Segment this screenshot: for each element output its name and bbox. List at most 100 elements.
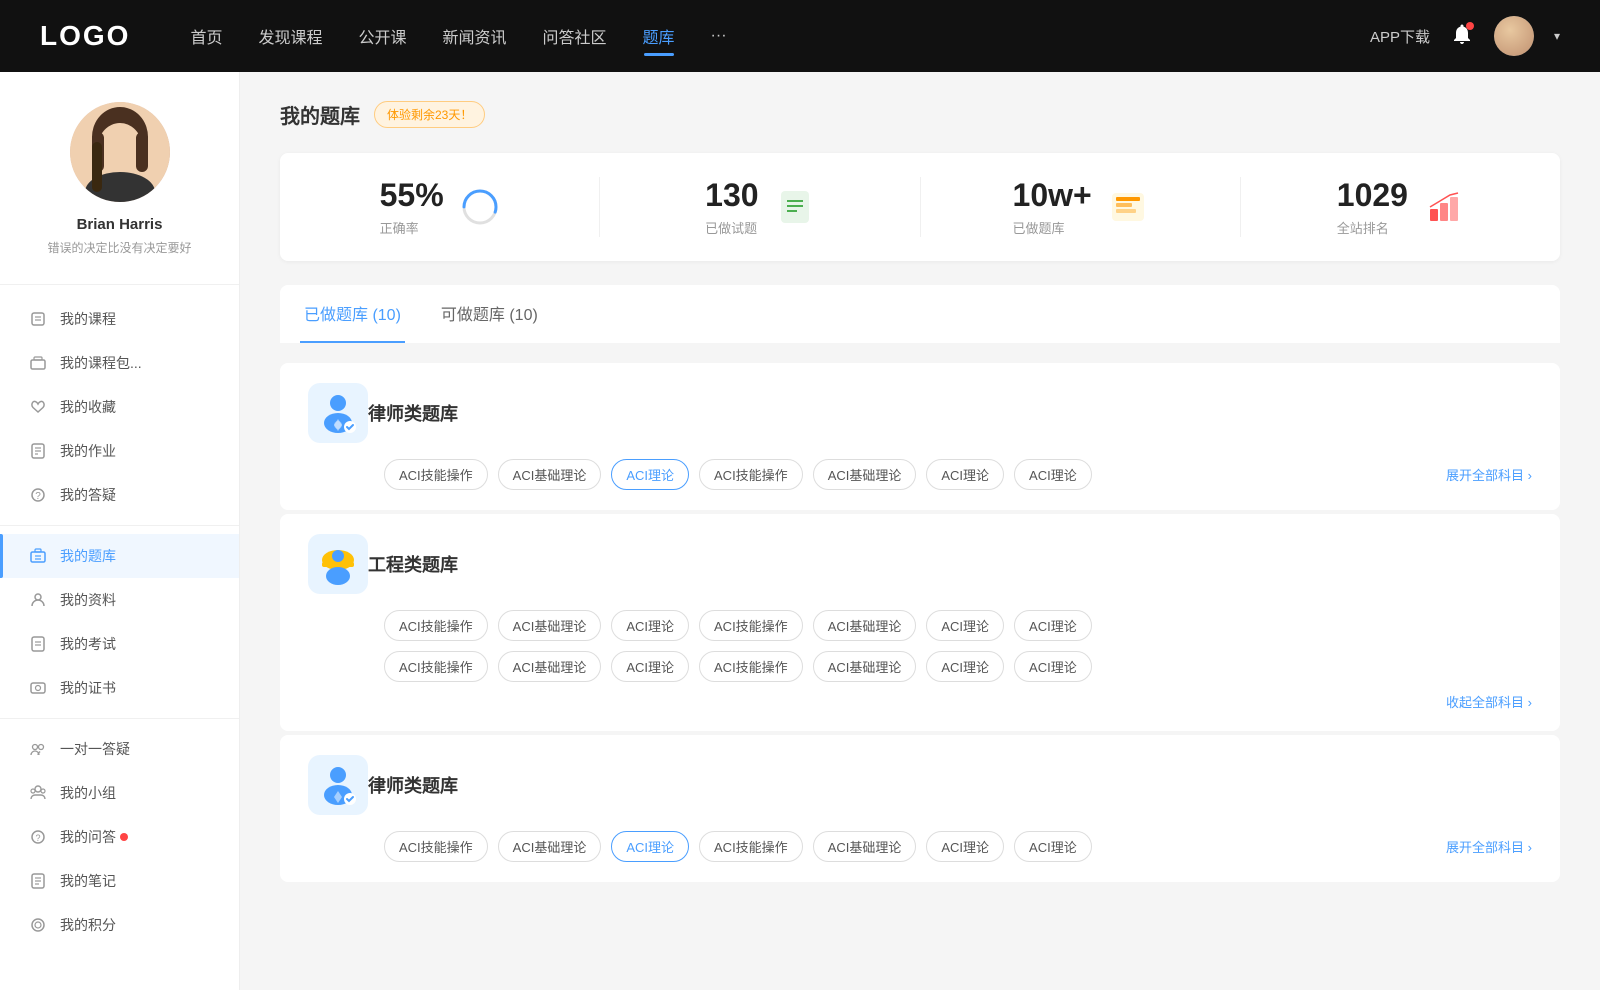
sidebar-item-favorites[interactable]: 我的收藏 — [0, 385, 239, 429]
bank-tag[interactable]: ACI技能操作 — [699, 831, 803, 862]
bank-tag[interactable]: ACI理论 — [926, 831, 1004, 862]
bank-name-lawyer-1: 律师类题库 — [368, 400, 1532, 426]
bank-footer: 收起全部科目 › — [384, 692, 1532, 711]
course-icon — [28, 309, 48, 329]
sidebar-item-one-on-one[interactable]: 一对一答疑 — [0, 727, 239, 771]
sidebar-label-exam: 我的考试 — [60, 634, 116, 654]
sidebar-item-questions[interactable]: ? 我的问答 — [0, 815, 239, 859]
one-on-one-icon — [28, 739, 48, 759]
nav-link-home[interactable]: 首页 — [190, 24, 222, 48]
bank-header-lawyer-1: 律师类题库 — [308, 383, 1532, 443]
sidebar-item-qa-mine[interactable]: ? 我的答疑 — [0, 473, 239, 517]
bank-list: 律师类题库 ACI技能操作 ACI基础理论 ACI理论 ACI技能操作 ACI基… — [280, 363, 1560, 884]
stat-rank: 1029 全站排名 — [1241, 177, 1560, 237]
bank-tag[interactable]: ACI基础理论 — [813, 651, 917, 682]
bank-header-engineer: 工程类题库 — [308, 534, 1532, 594]
bank-tag-highlighted[interactable]: ACI理论 — [611, 831, 689, 862]
questions-icon: ? — [28, 827, 48, 847]
bank-tag[interactable]: ACI理论 — [926, 651, 1004, 682]
stat-banks-value: 10w+ — [1013, 177, 1092, 214]
nav-link-open[interactable]: 公开课 — [358, 24, 406, 48]
user-dropdown-icon[interactable]: ▾ — [1554, 29, 1560, 43]
bank-tag[interactable]: ACI技能操作 — [384, 831, 488, 862]
sidebar-label-certificate: 我的证书 — [60, 678, 116, 698]
notes-icon — [28, 871, 48, 891]
top-navigation: LOGO 首页 发现课程 公开课 新闻资讯 问答社区 题库 ··· APP下载 … — [0, 0, 1600, 72]
sidebar-menu: 我的课程 我的课程包... 我的收藏 我的作业 — [0, 293, 239, 951]
bank-tag[interactable]: ACI理论 — [1014, 831, 1092, 862]
app-download-button[interactable]: APP下载 — [1370, 26, 1430, 47]
bank-collapse-button[interactable]: 收起全部科目 › — [1446, 692, 1532, 711]
bank-tag[interactable]: ACI技能操作 — [384, 459, 488, 490]
sidebar-divider-2 — [0, 525, 239, 526]
bank-tag[interactable]: ACI基础理论 — [498, 610, 602, 641]
sidebar-item-my-course[interactable]: 我的课程 — [0, 297, 239, 341]
user-avatar[interactable] — [1494, 16, 1534, 56]
bank-tag[interactable]: ACI理论 — [611, 610, 689, 641]
sidebar-item-homework[interactable]: 我的作业 — [0, 429, 239, 473]
bank-tag[interactable]: ACI理论 — [1014, 459, 1092, 490]
bank-tag[interactable]: ACI基础理论 — [498, 651, 602, 682]
bank-tag[interactable]: ACI基础理论 — [813, 610, 917, 641]
tab-done[interactable]: 已做题库 (10) — [300, 285, 405, 343]
tab-available[interactable]: 可做题库 (10) — [437, 285, 542, 343]
nav-link-bank[interactable]: 题库 — [643, 24, 675, 48]
bank-tag[interactable]: ACI技能操作 — [699, 651, 803, 682]
stat-questions-value: 130 — [705, 177, 758, 214]
bank-tags-row1: ACI技能操作 ACI基础理论 ACI理论 ACI技能操作 ACI基础理论 AC… — [384, 610, 1532, 641]
bank-tag[interactable]: ACI理论 — [926, 459, 1004, 490]
sidebar-label-bank: 我的题库 — [60, 546, 116, 566]
stat-rank-icon — [1424, 187, 1464, 227]
bank-name-engineer: 工程类题库 — [368, 551, 1532, 577]
sidebar-item-exam[interactable]: 我的考试 — [0, 622, 239, 666]
bank-tag[interactable]: ACI理论 — [1014, 651, 1092, 682]
sidebar-item-course-package[interactable]: 我的课程包... — [0, 341, 239, 385]
exam-icon — [28, 634, 48, 654]
page-header: 我的题库 体验剩余23天！ — [280, 100, 1560, 129]
nav-link-qa[interactable]: 问答社区 — [543, 24, 607, 48]
bank-expand-button-2[interactable]: 展开全部科目 › — [1446, 837, 1532, 856]
main-content: 我的题库 体验剩余23天！ 55% 正确率 130 — [240, 72, 1600, 990]
avatar-image — [1494, 16, 1534, 56]
bank-card-lawyer-2: 律师类题库 ACI技能操作 ACI基础理论 ACI理论 ACI技能操作 ACI基… — [280, 735, 1560, 882]
page-title: 我的题库 — [280, 100, 360, 129]
stat-rank-text: 1029 全站排名 — [1337, 177, 1408, 237]
bank-tag[interactable]: ACI基础理论 — [498, 459, 602, 490]
nav-link-discover[interactable]: 发现课程 — [258, 24, 322, 48]
sidebar-item-group[interactable]: 我的小组 — [0, 771, 239, 815]
bank-tag[interactable]: ACI理论 — [926, 610, 1004, 641]
bank-tag[interactable]: ACI技能操作 — [699, 610, 803, 641]
bank-card-lawyer-1: 律师类题库 ACI技能操作 ACI基础理论 ACI理论 ACI技能操作 ACI基… — [280, 363, 1560, 510]
content-tabs: 已做题库 (10) 可做题库 (10) — [280, 285, 1560, 343]
bank-tag[interactable]: ACI基础理论 — [813, 459, 917, 490]
sidebar-item-certificate[interactable]: 我的证书 — [0, 666, 239, 710]
notification-bell[interactable] — [1450, 22, 1474, 51]
bank-tag[interactable]: ACI技能操作 — [384, 651, 488, 682]
lawyer-icon-2 — [308, 755, 368, 815]
sidebar-label-course: 我的课程 — [60, 309, 116, 329]
bank-tag[interactable]: ACI技能操作 — [384, 610, 488, 641]
sidebar-divider-3 — [0, 718, 239, 719]
nav-link-news[interactable]: 新闻资讯 — [443, 24, 507, 48]
profile-name: Brian Harris — [77, 216, 163, 233]
stats-row: 55% 正确率 130 已做试题 — [280, 153, 1560, 261]
bank-expand-button[interactable]: 展开全部科目 › — [1446, 465, 1532, 484]
sidebar-item-notes[interactable]: 我的笔记 — [0, 859, 239, 903]
bank-tag[interactable]: ACI理论 — [611, 651, 689, 682]
sidebar-item-profile[interactable]: 我的资料 — [0, 578, 239, 622]
stat-banks-icon — [1108, 187, 1148, 227]
bank-tag[interactable]: ACI基础理论 — [813, 831, 917, 862]
bank-tag[interactable]: ACI理论 — [1014, 610, 1092, 641]
bank-tags-row2: ACI技能操作 ACI基础理论 ACI理论 ACI技能操作 ACI基础理论 AC… — [384, 651, 1532, 682]
bank-tag[interactable]: ACI基础理论 — [498, 831, 602, 862]
points-icon — [28, 915, 48, 935]
sidebar-label-profile: 我的资料 — [60, 590, 116, 610]
sidebar-item-bank[interactable]: 我的题库 — [0, 534, 239, 578]
bank-tag-highlighted[interactable]: ACI理论 — [611, 459, 689, 490]
bank-tag[interactable]: ACI技能操作 — [699, 459, 803, 490]
stat-questions: 130 已做试题 — [600, 177, 920, 237]
nav-link-more[interactable]: ··· — [711, 27, 727, 45]
sidebar-item-points[interactable]: 我的积分 — [0, 903, 239, 947]
stat-banks: 10w+ 已做题库 — [921, 177, 1241, 237]
nav-right: APP下载 ▾ — [1370, 16, 1560, 56]
